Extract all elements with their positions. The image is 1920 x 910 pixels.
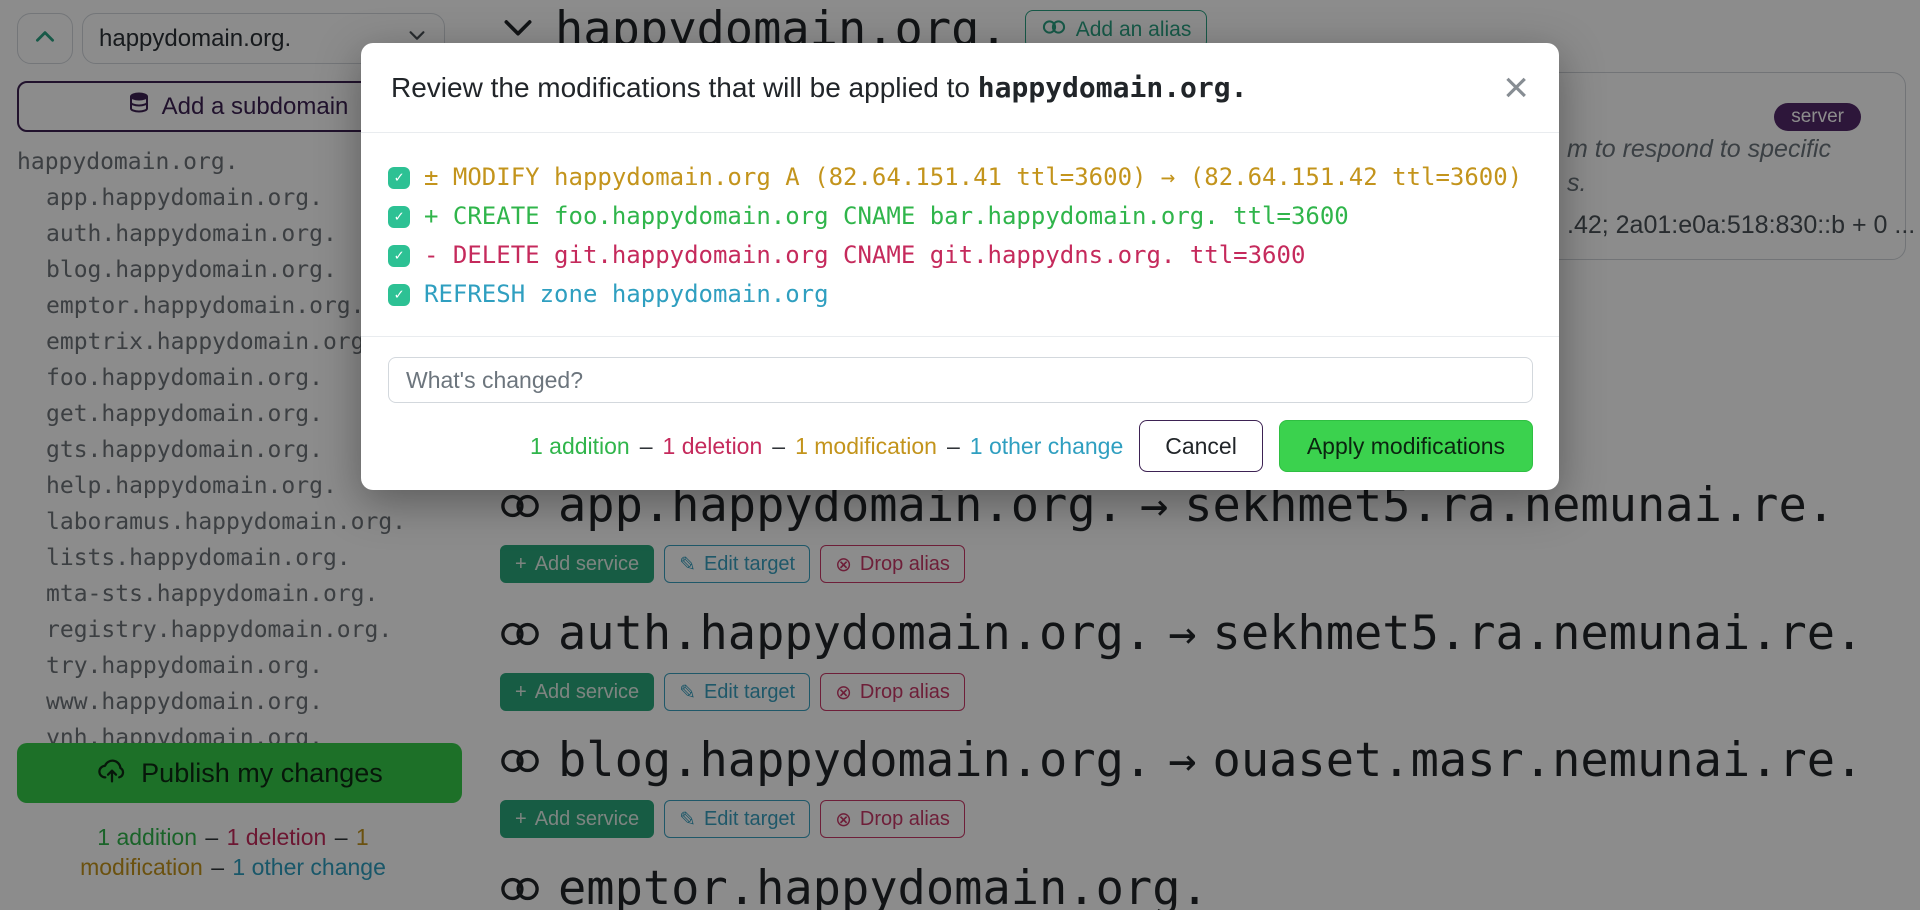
other-changes-count: 1 other change <box>970 433 1123 460</box>
modification-checkbox[interactable]: ✓ <box>388 206 410 228</box>
modification-text: ± MODIFY happydomain.org A (82.64.151.41… <box>424 158 1522 197</box>
apply-modifications-button[interactable]: Apply modifications <box>1279 420 1533 472</box>
comment-section <box>361 336 1559 403</box>
additions-count: 1 addition <box>530 433 630 460</box>
modification-row: ✓ ± MODIFY happydomain.org A (82.64.151.… <box>388 158 1529 197</box>
modal-title-domain: happydomain.org. <box>978 71 1248 104</box>
modification-checkbox[interactable]: ✓ <box>388 167 410 189</box>
modal-footer: 1 addition – 1 deletion – 1 modification… <box>361 403 1559 490</box>
page: happydomain.org. Add a subdomain happydo… <box>0 0 1920 910</box>
modification-list: ✓ ± MODIFY happydomain.org A (82.64.151.… <box>361 133 1559 336</box>
summary-dash: – <box>638 433 655 460</box>
modification-row: ✓ + CREATE foo.happydomain.org CNAME bar… <box>388 197 1529 236</box>
cancel-button[interactable]: Cancel <box>1139 420 1263 472</box>
deletions-count: 1 deletion <box>663 433 763 460</box>
modal-changes-summary: 1 addition – 1 deletion – 1 modification… <box>530 433 1123 460</box>
summary-dash: – <box>945 433 962 460</box>
summary-dash: – <box>770 433 787 460</box>
modification-text: REFRESH zone happydomain.org <box>424 275 829 314</box>
change-comment-input[interactable] <box>388 357 1533 403</box>
modification-text: - DELETE git.happydomain.org CNAME git.h… <box>424 236 1305 275</box>
modal-title-text: Review the modifications that will be ap… <box>391 72 978 103</box>
modification-row: ✓ REFRESH zone happydomain.org <box>388 275 1529 314</box>
modification-text: + CREATE foo.happydomain.org CNAME bar.h… <box>424 197 1349 236</box>
modifications-count: 1 modification <box>795 433 937 460</box>
modal-header: Review the modifications that will be ap… <box>361 43 1559 133</box>
close-icon[interactable]: × <box>1503 66 1529 110</box>
modification-checkbox[interactable]: ✓ <box>388 284 410 306</box>
review-modifications-modal: Review the modifications that will be ap… <box>361 43 1559 490</box>
modification-row: ✓ - DELETE git.happydomain.org CNAME git… <box>388 236 1529 275</box>
modification-checkbox[interactable]: ✓ <box>388 245 410 267</box>
modal-title: Review the modifications that will be ap… <box>391 71 1247 104</box>
